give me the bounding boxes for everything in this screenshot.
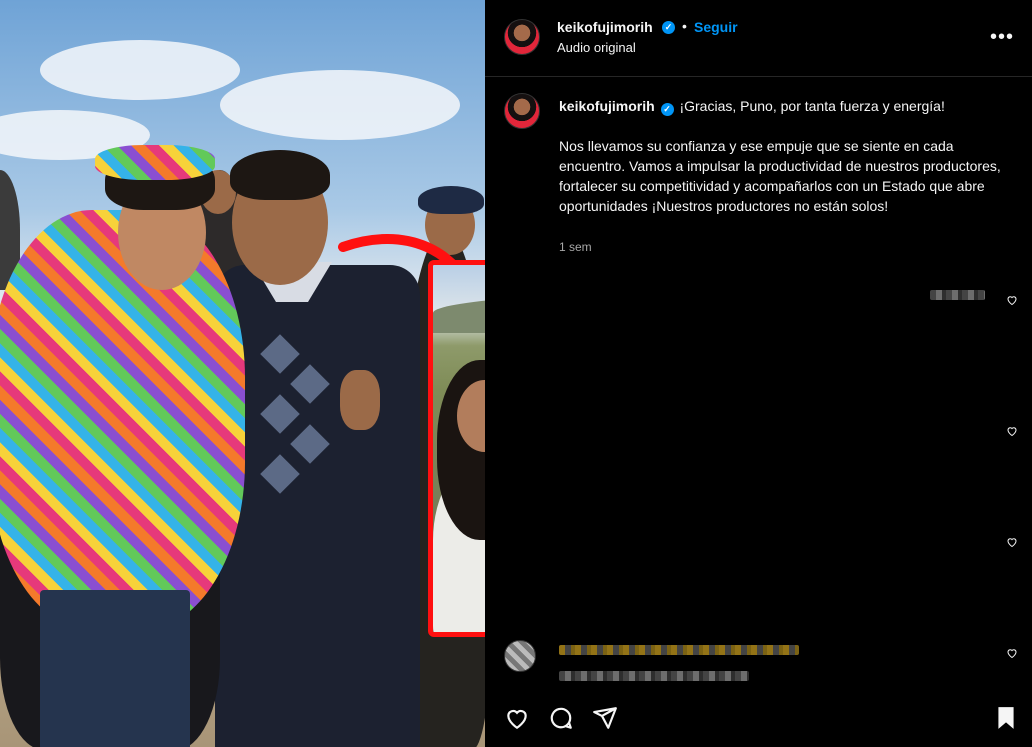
comment-like-icon[interactable] — [1006, 425, 1018, 437]
verified-badge-icon: ✓ — [660, 103, 674, 116]
separator-dot: • — [682, 18, 687, 34]
post-header: keikofujimorih ✓ • Seguir Audio original… — [485, 0, 1032, 77]
cloud — [220, 70, 460, 140]
comment-icon[interactable] — [548, 705, 574, 731]
post-actions-bar — [485, 697, 1032, 747]
confetti-garland — [0, 210, 245, 630]
post-media-photo[interactable] — [0, 0, 485, 747]
confetti-crown — [95, 145, 215, 180]
post-side-panel: keikofujimorih ✓ • Seguir Audio original… — [485, 0, 1032, 747]
caption-first-line: ¡Gracias, Puno, por tanta fuerza y energ… — [679, 98, 945, 114]
header-username[interactable]: keikofujimorih — [557, 19, 653, 35]
man-hair — [230, 150, 330, 200]
cap — [418, 186, 484, 214]
caption-body: Nos llevamos su confianza y ese empuje q… — [559, 138, 1001, 214]
post-caption: keikofujimorih ✓ ¡Gracias, Puno, por tan… — [559, 96, 1009, 216]
follow-button[interactable]: Seguir — [694, 19, 738, 35]
thumbs-up-hand — [340, 370, 380, 430]
heart-icon[interactable] — [504, 705, 530, 731]
share-icon[interactable] — [592, 705, 618, 731]
blurred-avatar — [504, 640, 536, 672]
avatar[interactable] — [504, 19, 540, 55]
comment-like-icon[interactable] — [1006, 647, 1018, 659]
bookmark-icon[interactable] — [993, 705, 1019, 731]
comment-like-icon[interactable] — [1006, 536, 1018, 548]
audio-label[interactable]: Audio original — [557, 40, 636, 55]
cloud — [40, 40, 240, 100]
blurred-comment — [559, 645, 799, 655]
post-timestamp[interactable]: 1 sem — [559, 240, 592, 254]
man-sweater — [215, 265, 420, 747]
caption-avatar[interactable] — [504, 93, 540, 129]
more-options-icon[interactable]: ••• — [990, 26, 1014, 49]
verified-badge-icon: ✓ — [662, 21, 675, 34]
blurred-comment — [559, 671, 749, 681]
caption-username[interactable]: keikofujimorih — [559, 98, 655, 114]
jeans — [40, 590, 190, 747]
comment-like-icon[interactable] — [1006, 294, 1018, 306]
blurred-comment — [930, 290, 985, 300]
